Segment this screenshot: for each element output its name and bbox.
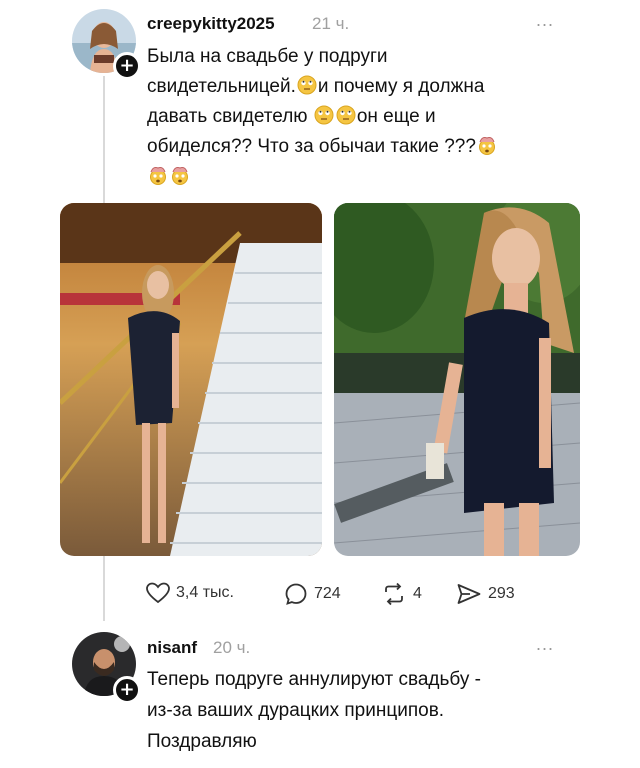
post-text: Была на свадьбе у подруги свидетельницей… <box>147 42 567 192</box>
post-actions: 3,4 тыс. 724 4 293 <box>146 582 546 610</box>
reply-text-line: Поздравляю <box>147 731 257 752</box>
reply-text-line: Теперь подруге аннулируют свадьбу - <box>147 669 481 690</box>
like-count: 3,4 тыс. <box>176 584 234 601</box>
repost-count: 4 <box>413 585 422 602</box>
more-icon[interactable]: ... <box>536 10 554 31</box>
comment-button[interactable]: 724 <box>284 582 341 606</box>
comment-count: 724 <box>314 585 341 602</box>
exploding-head-emoji-icon <box>478 137 495 155</box>
post-text-line: свидетельницей. и почему я должна <box>147 72 567 102</box>
heart-icon <box>146 582 170 604</box>
share-icon <box>457 584 481 604</box>
reply-text-line: из-за ваших дурацких принципов. <box>147 700 445 721</box>
share-count: 293 <box>488 585 515 602</box>
follow-button[interactable]: + <box>113 52 141 80</box>
repost-icon <box>385 582 403 606</box>
post-text-line <box>147 162 567 192</box>
reply-more-icon[interactable]: ... <box>536 634 554 655</box>
like-button[interactable]: 3,4 тыс. <box>146 582 234 604</box>
reply-username[interactable]: nisanf <box>147 638 197 658</box>
post-text-segment: давать свидетелю <box>147 106 308 127</box>
post-text-segment: он еще и <box>356 106 436 127</box>
reply-time: 20 ч. <box>213 638 251 657</box>
post-photo-1[interactable] <box>60 203 322 556</box>
post-text-line: обиделся?? Что за обычаи такие ??? <box>147 132 567 162</box>
post-text-segment: и почему я должна <box>317 76 485 97</box>
rolling-eyes-emoji-icon <box>297 75 317 95</box>
rolling-eyes-emoji-icon <box>314 105 334 125</box>
comment-icon <box>285 583 307 605</box>
share-button[interactable]: 293 <box>456 582 515 606</box>
post-photo-2[interactable] <box>334 203 580 556</box>
reply-follow-button[interactable]: + <box>113 676 141 704</box>
exploding-head-emoji-icon <box>172 167 188 185</box>
repost-button[interactable]: 4 <box>381 582 422 606</box>
post-text-segment: свидетельницей. <box>147 76 296 97</box>
post-text-segment: обиделся?? Что за обычаи такие ??? <box>147 136 476 157</box>
rolling-eyes-emoji-icon <box>336 105 356 125</box>
post-text-line: Была на свадьбе у подруги <box>147 46 388 67</box>
post-username[interactable]: creepykitty2025 <box>147 14 275 34</box>
exploding-head-emoji-icon <box>150 167 166 185</box>
reply-text: Теперь подруге аннулируют свадьбу - из-з… <box>147 664 587 757</box>
post-text-line: давать свидетелю он еще и <box>147 102 567 132</box>
post-time: 21 ч. <box>312 14 350 33</box>
